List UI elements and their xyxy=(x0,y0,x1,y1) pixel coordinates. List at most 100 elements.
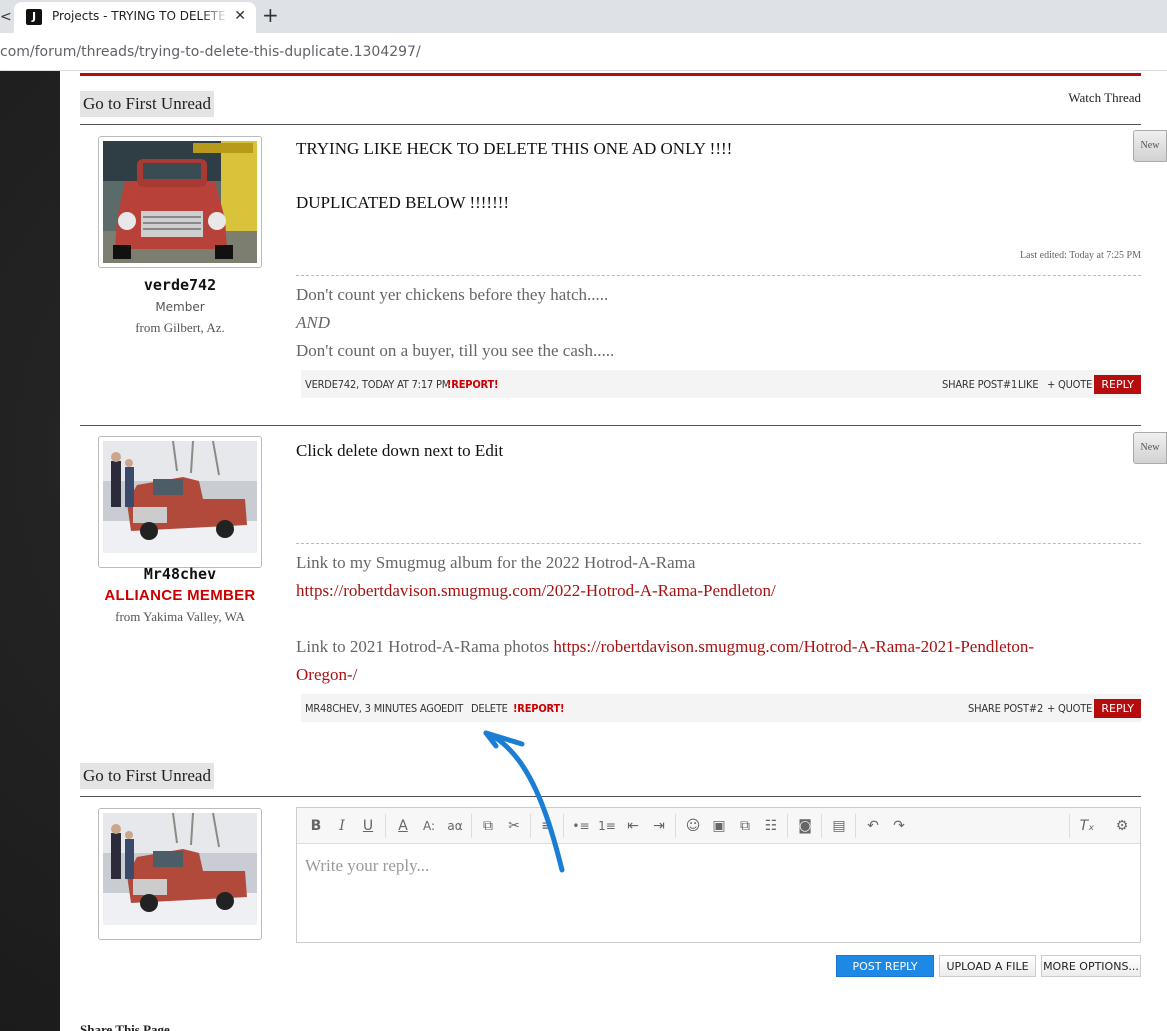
image-icon[interactable]: ▣ xyxy=(708,815,730,837)
reply-editor[interactable]: B I U A A: aα ⧉ ✂ ≡ •≡ 1≡ ⇤ ⇥ ☺ ▣ ⧉ ☷ ◙ … xyxy=(296,807,1141,943)
media-icon[interactable]: ⧉ xyxy=(734,815,756,837)
text-color-icon[interactable]: A xyxy=(392,815,414,837)
report-link[interactable]: !REPORT! xyxy=(447,378,499,391)
editor-toolbar: B I U A A: aα ⧉ ✂ ≡ •≡ 1≡ ⇤ ⇥ ☺ ▣ ⧉ ☷ ◙ … xyxy=(297,808,1140,844)
url-text[interactable]: com/forum/threads/trying-to-delete-this-… xyxy=(0,44,421,60)
toolbar-separator xyxy=(530,814,531,838)
toolbar-separator xyxy=(855,814,856,838)
bullet-list-icon[interactable]: •≡ xyxy=(570,815,592,837)
user-location: from Yakima Valley, WA xyxy=(115,609,245,624)
header-rule xyxy=(80,73,1141,76)
italic-icon[interactable]: I xyxy=(331,815,353,837)
smugmug-2021-link-continued[interactable]: Oregon-/ xyxy=(296,665,357,684)
toolbar-separator xyxy=(563,814,564,838)
post-author-time[interactable]: VERDE742, TODAY AT 7:17 PM xyxy=(305,378,450,391)
signature-line: Link to 2021 Hotrod-A-Rama photos xyxy=(296,637,554,656)
post-meta-bar: VERDE742, TODAY AT 7:17 PM !REPORT! SHAR… xyxy=(301,370,1141,398)
edit-link[interactable]: EDIT xyxy=(441,702,463,715)
share-page-heading: Share This Page xyxy=(80,1022,170,1031)
toolbar-separator xyxy=(385,814,386,838)
bold-icon[interactable]: B xyxy=(305,815,327,837)
toolbar-separator xyxy=(821,814,822,838)
signature-line: Don't count on a buyer, till you see the… xyxy=(296,341,615,360)
post-author-time[interactable]: MR48CHEV, 3 MINUTES AGO xyxy=(305,702,442,715)
font-size-icon[interactable]: A: xyxy=(418,815,440,837)
avatar[interactable] xyxy=(98,808,262,940)
address-bar[interactable]: com/forum/threads/trying-to-delete-this-… xyxy=(0,33,1167,71)
user-title: Member xyxy=(155,300,205,314)
last-edited-note: Last edited: Today at 7:25 PM xyxy=(1019,250,1141,261)
browser-tab-bar: < J Projects - TRYING TO DELETE THIS ✕ + xyxy=(0,0,1167,33)
user-title: ALLIANCE MEMBER xyxy=(104,587,256,604)
signature-line: AND xyxy=(296,313,330,332)
toggle-bbcode-icon[interactable]: ⚙ xyxy=(1111,815,1133,837)
tab-title: Projects - TRYING TO DELETE THIS xyxy=(52,9,228,23)
site-favicon-icon: J xyxy=(26,9,42,25)
user-location: from Gilbert, Az. xyxy=(135,320,225,335)
smugmug-2021-link[interactable]: https://robertdavison.smugmug.com/Hotrod… xyxy=(553,637,1034,656)
share-post-link[interactable]: SHARE POST#2 xyxy=(968,702,1043,715)
signature-blank-line xyxy=(296,605,1141,633)
more-options-button[interactable]: MORE OPTIONS... xyxy=(1041,955,1141,977)
divider xyxy=(80,796,1141,797)
undo-icon[interactable]: ↶ xyxy=(862,815,884,837)
smilie-icon[interactable]: ☺ xyxy=(682,815,704,837)
watch-thread-link[interactable]: Watch Thread xyxy=(1068,90,1141,106)
share-post-link[interactable]: SHARE POST#1 xyxy=(942,378,1017,391)
signature-divider xyxy=(296,543,1141,544)
message-line: TRYING LIKE HECK TO DELETE THIS ONE AD O… xyxy=(296,139,733,158)
numbered-list-icon[interactable]: 1≡ xyxy=(596,815,618,837)
avatar[interactable] xyxy=(98,136,262,268)
quote-link[interactable]: + QUOTE xyxy=(1047,378,1092,391)
reply-button[interactable]: REPLY xyxy=(1094,699,1141,718)
post-meta-bar: MR48CHEV, 3 MINUTES AGO EDIT DELETE !REP… xyxy=(301,694,1141,722)
quote-link[interactable]: + QUOTE xyxy=(1047,702,1092,715)
chevy-truck-avatar-image xyxy=(103,813,257,935)
delete-link[interactable]: DELETE xyxy=(471,702,508,715)
report-link[interactable]: !REPORT! xyxy=(513,702,565,715)
toolbar-separator xyxy=(471,814,472,838)
signature-divider xyxy=(296,275,1141,276)
divider xyxy=(80,124,1141,125)
reply-button[interactable]: REPLY xyxy=(1094,375,1141,394)
outdent-icon[interactable]: ⇤ xyxy=(622,815,644,837)
go-to-first-unread-button[interactable]: Go to First Unread xyxy=(80,91,214,117)
avatar[interactable] xyxy=(98,436,262,568)
upload-file-button[interactable]: UPLOAD A FILE xyxy=(939,955,1036,977)
unlink-icon[interactable]: ✂ xyxy=(503,815,525,837)
indent-icon[interactable]: ⇥ xyxy=(648,815,670,837)
forum-page: Go to First Unread Watch Thread verde742… xyxy=(60,71,1167,1031)
post-author-username[interactable]: verde742 xyxy=(80,276,280,294)
underline-icon[interactable]: U xyxy=(357,815,379,837)
red-truck-avatar-image xyxy=(103,141,257,263)
new-tab-icon[interactable]: + xyxy=(262,3,279,27)
toolbar-separator xyxy=(1069,814,1070,838)
chevy-truck-avatar-image xyxy=(103,441,257,563)
camera-icon[interactable]: ◙ xyxy=(794,815,816,837)
post-reply-button[interactable]: POST REPLY xyxy=(836,955,934,977)
close-tab-icon[interactable]: ✕ xyxy=(234,8,246,24)
font-family-icon[interactable]: aα xyxy=(444,815,466,837)
signature-line: Don't count yer chickens before they hat… xyxy=(296,285,609,304)
message-line: DUPLICATED BELOW !!!!!!! xyxy=(296,193,510,212)
remove-format-icon[interactable]: Tₓ xyxy=(1076,815,1098,837)
like-link[interactable]: LIKE xyxy=(1018,378,1039,391)
redo-icon[interactable]: ↷ xyxy=(888,815,910,837)
code-icon[interactable]: ☷ xyxy=(760,815,782,837)
reply-input[interactable]: Write your reply... xyxy=(305,856,429,876)
toolbar-separator xyxy=(787,814,788,838)
link-icon[interactable]: ⧉ xyxy=(477,815,499,837)
previous-tab-edge[interactable]: < xyxy=(0,6,12,33)
go-to-first-unread-button[interactable]: Go to First Unread xyxy=(80,763,214,789)
new-post-badge: New xyxy=(1133,432,1167,464)
post-message: Click delete down next to Edit xyxy=(296,441,504,460)
post-author-username[interactable]: Mr48chev xyxy=(80,565,280,583)
signature: Link to my Smugmug album for the 2022 Ho… xyxy=(296,549,1141,689)
post-message: TRYING LIKE HECK TO DELETE THIS ONE AD O… xyxy=(296,135,732,216)
align-icon[interactable]: ≡ xyxy=(536,815,558,837)
smugmug-2022-link[interactable]: https://robertdavison.smugmug.com/2022-H… xyxy=(296,581,776,600)
divider xyxy=(80,425,1141,426)
save-draft-icon[interactable]: ▤ xyxy=(828,815,850,837)
active-tab[interactable]: J Projects - TRYING TO DELETE THIS ✕ xyxy=(14,2,256,33)
